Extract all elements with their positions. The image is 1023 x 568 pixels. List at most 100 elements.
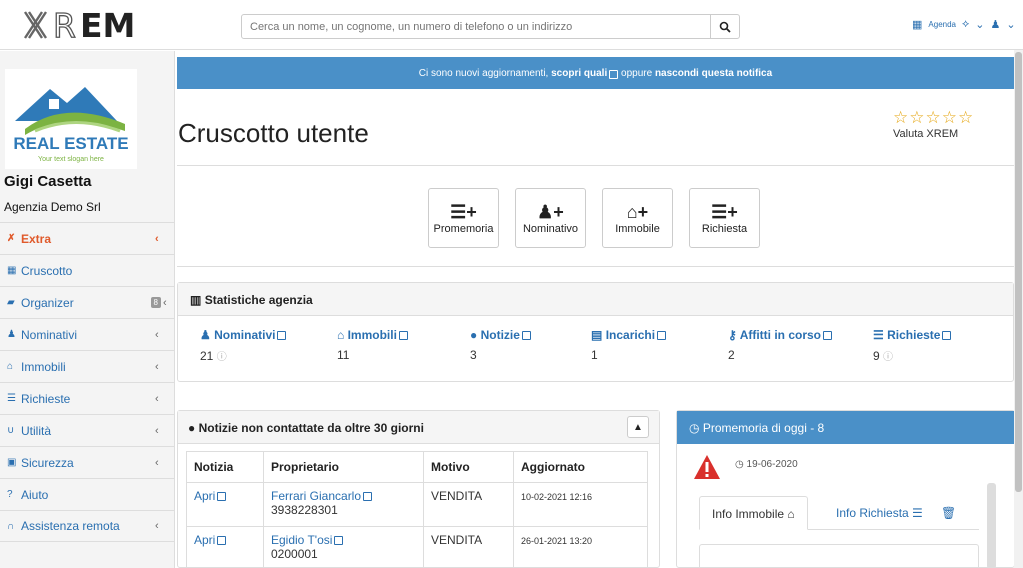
agenda-link[interactable]: Agenda: [928, 20, 956, 29]
discover-updates-link[interactable]: scopri quali: [551, 68, 607, 79]
open-notizia-link[interactable]: Apri: [194, 533, 227, 547]
home-plus-icon: ⌂+: [626, 202, 649, 222]
tools-icon: ✗: [7, 233, 16, 244]
promemoria-header: ◷ Promemoria di oggi - 8: [677, 411, 1014, 444]
stat-affitti[interactable]: ⚷ Affitti in corso 2: [728, 328, 833, 362]
organizer-badge: 8: [150, 297, 161, 308]
trash-icon: 🗑: [941, 506, 957, 520]
stat-incarichi[interactable]: ▤ Incarichi 1: [591, 328, 667, 362]
owner-link[interactable]: Ferrari Giancarlo: [271, 489, 373, 503]
add-immobile-button[interactable]: ⌂+ Immobile: [602, 188, 673, 248]
updated-cell: 10-02-2021 12:16: [521, 492, 593, 502]
brand-slogan: Your text slogan here: [38, 156, 104, 163]
notizie-panel: ● Notizie non contattate da oltre 30 gio…: [177, 410, 660, 568]
delete-button[interactable]: 🗑: [929, 496, 968, 530]
brand-title: REAL ESTATE: [13, 134, 128, 153]
sidebar-item-sicurezza[interactable]: ▣ Sicurezza ‹: [0, 446, 175, 478]
sidebar-item-utilita[interactable]: ∪ Utilità ‹: [0, 414, 175, 446]
sidebar-item-extra[interactable]: ✗ Extra ‹: [0, 222, 175, 254]
add-nominativo-button[interactable]: ♟+ Nominativo: [515, 188, 586, 248]
notizie-header: ● Notizie non contattate da oltre 30 gio…: [178, 411, 659, 444]
chevron-down-icon[interactable]: ⌄: [1006, 18, 1015, 31]
ordered-list-plus-icon: ☰+: [450, 202, 477, 222]
comment-icon: ●: [188, 421, 196, 435]
info-icon[interactable]: ⓘ: [217, 352, 227, 363]
question-icon: ?: [7, 489, 13, 500]
stat-richieste[interactable]: ☰ Richieste 9 ⓘ: [873, 328, 952, 363]
stats-header: ▥ Statistiche agenzia: [178, 283, 1013, 316]
real-estate-logo-image: REAL ESTATE Your text slogan here: [13, 87, 129, 163]
external-link-icon: [363, 492, 373, 501]
stat-notizie[interactable]: ● Notizie 3: [470, 328, 531, 362]
external-link-icon: [398, 331, 408, 340]
svg-text:EM: EM: [80, 6, 135, 44]
external-link-icon: [217, 536, 227, 545]
promemoria-scrollbar[interactable]: [987, 483, 996, 568]
chevron-left-icon: ‹: [155, 520, 159, 532]
update-notice: Ci sono nuovi aggiornamenti, scopri qual…: [177, 57, 1014, 89]
open-notizia-link[interactable]: Apri: [194, 489, 227, 503]
top-right-menu: ▦ Agenda ⟡ ⌄ ♟ ⌄: [912, 18, 1016, 31]
updated-cell: 26-01-2021 13:20: [521, 536, 593, 546]
clock-icon: ◷: [689, 421, 700, 435]
scrollbar-thumb[interactable]: [1015, 52, 1022, 492]
chevron-left-icon: ‹: [155, 328, 159, 341]
sidebar: REAL ESTATE Your text slogan here Gigi C…: [0, 51, 175, 568]
sidebar-item-immobili[interactable]: ⌂ Immobili ‹: [0, 350, 175, 382]
sidebar-item-organizer[interactable]: ▰ Organizer 8 ‹: [0, 286, 175, 318]
table-row: Apri Egidio T'osi 0200001 VENDITA 26-01-2…: [186, 526, 648, 568]
home-icon: ⌂: [787, 507, 795, 521]
home-icon: ⌂: [7, 361, 14, 372]
logo-graphic: R EM: [23, 6, 135, 44]
owner-phone: 3938228301: [271, 503, 338, 517]
stat-immobili[interactable]: ⌂ Immobili 11: [337, 328, 408, 362]
sidebar-item-richieste[interactable]: ☰ Richieste ‹: [0, 382, 175, 414]
search-input[interactable]: [241, 14, 711, 39]
divider: [177, 266, 1014, 267]
info-icon[interactable]: ⓘ: [883, 352, 893, 363]
external-link-icon: [609, 69, 619, 79]
add-richiesta-button[interactable]: ☰+ Richiesta: [689, 188, 760, 248]
chevron-left-icon: ‹: [155, 392, 159, 405]
list-plus-icon: ☰+: [711, 202, 738, 222]
user-icon[interactable]: ♟: [991, 18, 1001, 31]
tab-info-immobile[interactable]: Info Immobile ⌂: [699, 496, 808, 530]
sidebar-item-nominativi[interactable]: ♟ Nominativi ‹: [0, 318, 175, 350]
clock-icon: ◷: [735, 459, 744, 470]
calendar-icon[interactable]: ▦: [912, 18, 922, 31]
external-link-icon: [521, 331, 531, 340]
chevron-down-icon[interactable]: ⌄: [975, 18, 984, 31]
chat-icon[interactable]: ⟡: [962, 18, 969, 31]
stat-nominativi[interactable]: ♟ Nominativi 21 ⓘ: [200, 328, 287, 363]
comment-icon: ●: [470, 328, 478, 342]
top-bar: R EM ▦ Agenda ⟡ ⌄ ♟ ⌄: [0, 0, 1023, 50]
table-row: Apri Ferrari Giancarlo 3938228301 VENDITA…: [186, 482, 648, 527]
external-link-icon: [823, 331, 833, 340]
sidebar-item-cruscotto[interactable]: ▦ Cruscotto: [0, 254, 175, 286]
chevron-left-icon: ‹: [155, 456, 159, 469]
tab-info-richiesta[interactable]: Info Richiesta ☰: [824, 496, 935, 530]
xrem-logo[interactable]: R EM: [22, 6, 172, 44]
agency-logo: REAL ESTATE Your text slogan here: [5, 69, 137, 169]
promemoria-content: [699, 544, 979, 568]
add-promemoria-button[interactable]: ☰+ Promemoria: [428, 188, 499, 248]
sidebar-item-aiuto[interactable]: ? Aiuto: [0, 478, 175, 510]
lock-icon: ▣: [7, 457, 17, 468]
home-icon: ⌂: [337, 328, 345, 342]
hide-notice-link[interactable]: nascondi questa notifica: [655, 68, 772, 79]
page-scrollbar[interactable]: [1014, 50, 1023, 568]
sidebar-item-assistenza-remota[interactable]: ∩ Assistenza remota ‹: [0, 510, 175, 542]
search-button[interactable]: [710, 14, 740, 39]
file-icon: ▤: [591, 328, 603, 342]
external-link-icon: [334, 536, 344, 545]
user-plus-icon: ♟+: [537, 202, 564, 222]
user-name: Gigi Casetta: [4, 173, 92, 190]
promemoria-date: ◷ 19-06-2020: [735, 459, 798, 470]
external-link-icon: [277, 331, 287, 340]
notizie-table: Notizia Proprietario Motivo Aggiornato A…: [186, 451, 648, 568]
rating-widget[interactable]: ☆☆☆☆☆ Valuta XREM: [893, 108, 974, 140]
owner-link[interactable]: Egidio T'osi: [271, 533, 344, 547]
star-rating[interactable]: ☆☆☆☆☆: [893, 108, 974, 128]
reason-cell: VENDITA: [423, 482, 514, 527]
collapse-button[interactable]: ▲: [627, 416, 649, 438]
